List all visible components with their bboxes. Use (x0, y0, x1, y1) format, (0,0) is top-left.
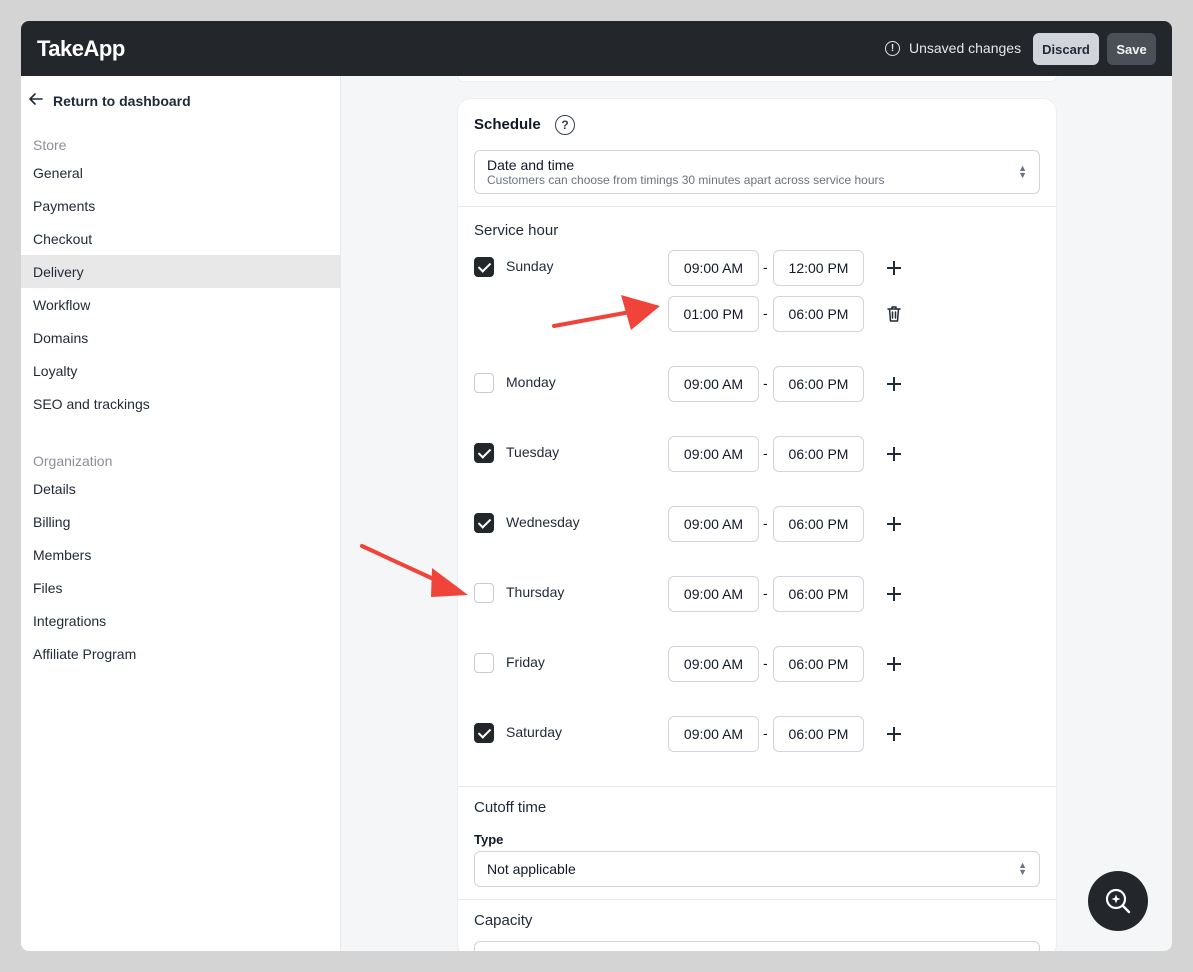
discard-button[interactable]: Discard (1033, 33, 1099, 65)
sidebar-item-members[interactable]: Members (21, 538, 340, 571)
sidebar-item-files[interactable]: Files (21, 571, 340, 604)
schedule-mode-label: Date and time (487, 157, 575, 173)
add-time-slot-icon[interactable] (886, 376, 902, 392)
sparkle-search-icon (1105, 888, 1131, 914)
day-checkbox-monday[interactable] (474, 373, 494, 393)
capacity-title: Capacity (474, 912, 533, 929)
time-range-separator: - (763, 655, 768, 671)
time-range-separator: - (763, 585, 768, 601)
app-window: TakeApp ! Unsaved changes Discard Save R… (21, 21, 1172, 951)
time-range-separator: - (763, 515, 768, 531)
add-time-slot-icon[interactable] (886, 516, 902, 532)
sidebar-item-seo-and-trackings[interactable]: SEO and trackings (21, 387, 340, 420)
sidebar-item-billing[interactable]: Billing (21, 505, 340, 538)
divider (458, 899, 1056, 900)
end-time-input[interactable]: 06:00 PM (773, 506, 864, 542)
day-label: Friday (506, 654, 545, 670)
start-time-input[interactable]: 09:00 AM (668, 366, 759, 402)
day-label: Wednesday (506, 514, 580, 530)
sidebar-item-integrations[interactable]: Integrations (21, 604, 340, 637)
day-checkbox-saturday[interactable] (474, 723, 494, 743)
schedule-mode-description: Customers can choose from timings 30 min… (487, 173, 885, 187)
day-label: Thursday (506, 584, 565, 600)
end-time-input[interactable]: 06:00 PM (773, 646, 864, 682)
start-time-input[interactable]: 09:00 AM (668, 716, 759, 752)
sidebar-item-loyalty[interactable]: Loyalty (21, 354, 340, 387)
chevron-up-down-icon: ▲ ▼ (1018, 163, 1027, 180)
chevron-up-down-icon: ▲ ▼ (1018, 860, 1027, 877)
help-icon[interactable]: ? (555, 115, 575, 135)
unsaved-changes-label: Unsaved changes (909, 40, 1022, 56)
day-checkbox-sunday[interactable] (474, 257, 494, 277)
return-to-dashboard-link[interactable]: Return to dashboard (29, 92, 191, 109)
time-range-separator: - (763, 259, 768, 275)
add-time-slot-icon[interactable] (886, 260, 902, 276)
cutoff-time-title: Cutoff time (474, 799, 547, 816)
ai-assistant-button[interactable] (1088, 871, 1148, 931)
time-range-separator: - (763, 445, 768, 461)
day-checkbox-friday[interactable] (474, 653, 494, 673)
schedule-mode-select[interactable]: Date and time Customers can choose from … (474, 150, 1040, 194)
day-checkbox-wednesday[interactable] (474, 513, 494, 533)
end-time-input[interactable]: 12:00 PM (773, 250, 864, 286)
return-to-dashboard-label: Return to dashboard (53, 92, 191, 109)
info-icon: ! (885, 40, 900, 56)
service-hour-title: Service hour (474, 222, 559, 239)
sidebar-item-general[interactable]: General (21, 156, 340, 189)
day-checkbox-thursday[interactable] (474, 583, 494, 603)
sidebar-item-details[interactable]: Details (21, 472, 340, 505)
start-time-input[interactable]: 09:00 AM (668, 576, 759, 612)
sidebar-item-workflow[interactable]: Workflow (21, 288, 340, 321)
end-time-input[interactable]: 06:00 PM (773, 366, 864, 402)
store-heading: Store (33, 137, 67, 153)
end-time-input[interactable]: 06:00 PM (773, 576, 864, 612)
time-range-separator: - (763, 305, 768, 321)
day-label: Monday (506, 374, 556, 390)
app-logo[interactable]: TakeApp (37, 36, 125, 62)
time-range-separator: - (763, 375, 768, 391)
add-time-slot-icon[interactable] (886, 446, 902, 462)
save-button[interactable]: Save (1107, 33, 1156, 65)
cutoff-type-value: Not applicable (487, 861, 576, 877)
add-time-slot-icon[interactable] (886, 656, 902, 672)
sidebar-item-affiliate-program[interactable]: Affiliate Program (21, 637, 340, 670)
sidebar-item-delivery[interactable]: Delivery (21, 255, 340, 288)
time-range-separator: - (763, 725, 768, 741)
capacity-input[interactable] (474, 941, 1040, 951)
divider (458, 206, 1056, 207)
day-checkbox-tuesday[interactable] (474, 443, 494, 463)
start-time-input[interactable]: 01:00 PM (668, 296, 759, 332)
delete-time-slot-icon[interactable] (886, 305, 902, 323)
sidebar-item-payments[interactable]: Payments (21, 189, 340, 222)
add-time-slot-icon[interactable] (886, 586, 902, 602)
settings-sidebar: Return to dashboard Store General Payment… (21, 76, 341, 951)
end-time-input[interactable]: 06:00 PM (773, 436, 864, 472)
start-time-input[interactable]: 09:00 AM (668, 646, 759, 682)
end-time-input[interactable]: 06:00 PM (773, 296, 864, 332)
day-label: Tuesday (506, 444, 560, 460)
day-label: Sunday (506, 258, 554, 274)
top-bar: TakeApp ! Unsaved changes Discard Save (21, 21, 1172, 76)
sidebar-item-checkout[interactable]: Checkout (21, 222, 340, 255)
schedule-title: Schedule (474, 116, 541, 133)
sidebar-item-domains[interactable]: Domains (21, 321, 340, 354)
previous-card-edge (457, 76, 1057, 82)
organization-heading: Organization (33, 453, 113, 469)
start-time-input[interactable]: 09:00 AM (668, 250, 759, 286)
end-time-input[interactable]: 06:00 PM (773, 716, 864, 752)
cutoff-type-label: Type (474, 832, 504, 847)
unsaved-changes-indicator: ! Unsaved changes (885, 40, 1021, 56)
add-time-slot-icon[interactable] (886, 726, 902, 742)
start-time-input[interactable]: 09:00 AM (668, 436, 759, 472)
day-label: Saturday (506, 724, 563, 740)
schedule-card: Schedule ? Date and time Customers can c… (457, 98, 1057, 951)
arrow-left-icon (29, 92, 45, 109)
divider (458, 786, 1056, 787)
start-time-input[interactable]: 09:00 AM (668, 506, 759, 542)
cutoff-type-select[interactable]: Not applicable ▲ ▼ (474, 851, 1040, 887)
